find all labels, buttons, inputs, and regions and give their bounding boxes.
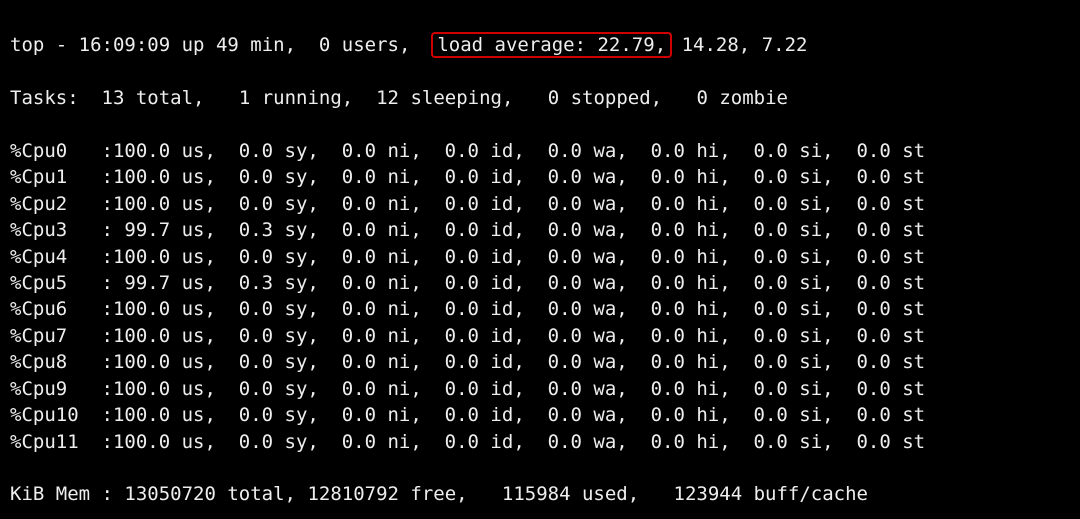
cpu-line: %Cpu4 :100.0 us, 0.0 sy, 0.0 ni, 0.0 id,… — [10, 244, 1072, 270]
cpu-line: %Cpu1 :100.0 us, 0.0 sy, 0.0 ni, 0.0 id,… — [10, 164, 1072, 190]
mem-line: KiB Mem : 13050720 total, 12810792 free,… — [10, 481, 1072, 507]
cpu-lines: %Cpu0 :100.0 us, 0.0 sy, 0.0 ni, 0.0 id,… — [10, 138, 1072, 455]
cpu-line: %Cpu9 :100.0 us, 0.0 sy, 0.0 ni, 0.0 id,… — [10, 376, 1072, 402]
load-average-highlight: load average: 22.79, — [431, 32, 672, 58]
cpu-line: %Cpu8 :100.0 us, 0.0 sy, 0.0 ni, 0.0 id,… — [10, 349, 1072, 375]
top-summary-line: top - 16:09:09 up 49 min, 0 users, load … — [10, 32, 1072, 58]
tasks-line: Tasks: 13 total, 1 running, 12 sleeping,… — [10, 85, 1072, 111]
terminal-output: top - 16:09:09 up 49 min, 0 users, load … — [0, 0, 1080, 519]
cpu-line: %Cpu7 :100.0 us, 0.0 sy, 0.0 ni, 0.0 id,… — [10, 323, 1072, 349]
cpu-line: %Cpu6 :100.0 us, 0.0 sy, 0.0 ni, 0.0 id,… — [10, 296, 1072, 322]
cpu-line: %Cpu2 :100.0 us, 0.0 sy, 0.0 ni, 0.0 id,… — [10, 191, 1072, 217]
cpu-line: %Cpu3 : 99.7 us, 0.3 sy, 0.0 ni, 0.0 id,… — [10, 217, 1072, 243]
cpu-line: %Cpu5 : 99.7 us, 0.3 sy, 0.0 ni, 0.0 id,… — [10, 270, 1072, 296]
cpu-line: %Cpu0 :100.0 us, 0.0 sy, 0.0 ni, 0.0 id,… — [10, 138, 1072, 164]
cpu-line: %Cpu11 :100.0 us, 0.0 sy, 0.0 ni, 0.0 id… — [10, 429, 1072, 455]
cpu-line: %Cpu10 :100.0 us, 0.0 sy, 0.0 ni, 0.0 id… — [10, 402, 1072, 428]
